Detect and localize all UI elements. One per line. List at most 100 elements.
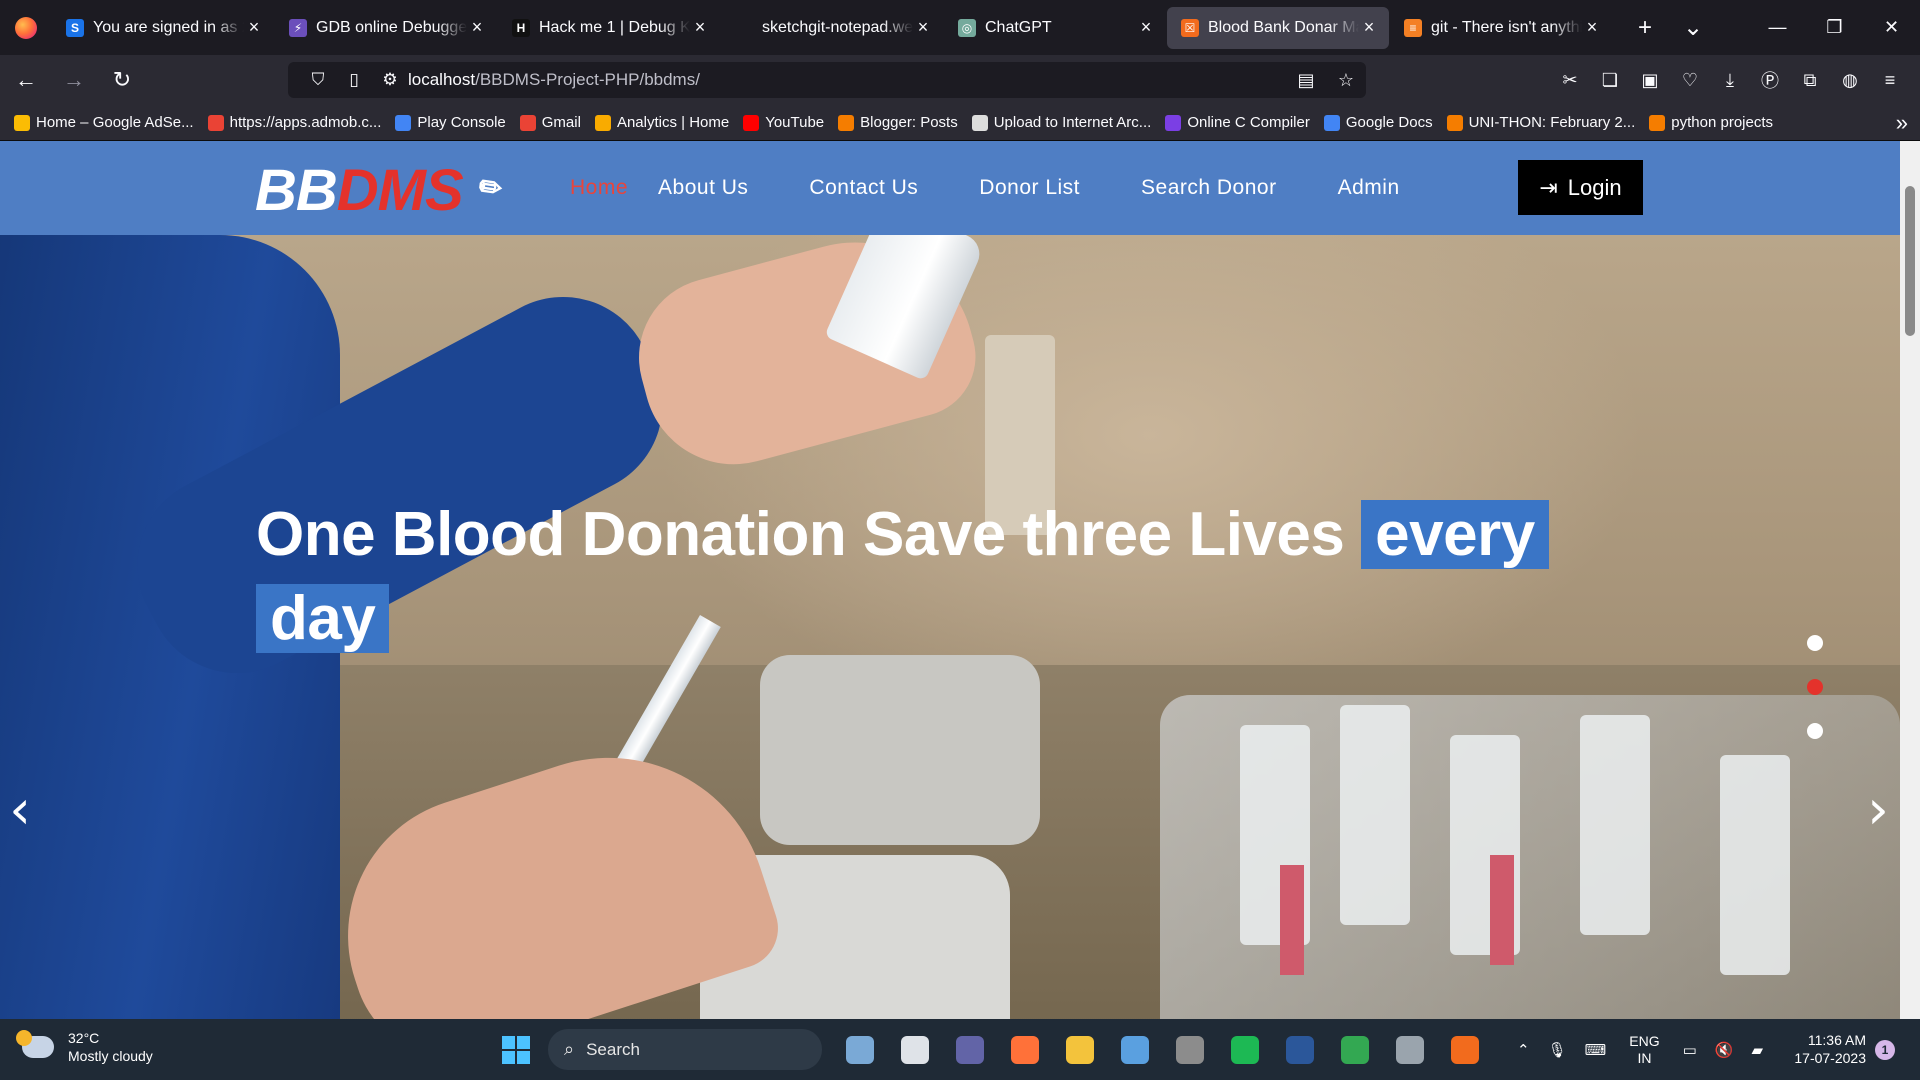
carousel-next-icon[interactable]: › — [1858, 780, 1898, 840]
permissions-icon[interactable]: ⚙ — [372, 70, 408, 90]
browser-tab[interactable]: ◎ ChatGPT × — [944, 7, 1166, 49]
back-icon[interactable]: ← — [4, 62, 48, 98]
battery-icon[interactable]: ▰ — [1752, 1041, 1764, 1059]
search-icon: ⌕ — [564, 1039, 575, 1059]
browser-tab[interactable]: ≡ git - There isn't anythin × — [1390, 7, 1612, 49]
bookmark-item[interactable]: Play Console — [395, 114, 506, 131]
bookmark-favicon-icon — [1165, 114, 1182, 131]
photos-icon[interactable] — [1107, 1027, 1162, 1072]
menu-item-contact-us[interactable]: Contact Us — [809, 176, 918, 200]
input-language[interactable]: ENG IN — [1629, 1033, 1659, 1067]
tracking-protection-shield-icon[interactable]: ⛉ — [300, 70, 336, 90]
word-icon[interactable] — [1272, 1027, 1327, 1072]
carousel-indicator-dot[interactable] — [1807, 679, 1823, 695]
paste-icon[interactable]: ▣ — [1630, 62, 1670, 98]
menu-item-admin[interactable]: Admin — [1338, 176, 1400, 200]
browser-tab[interactable]: sketchgit-notepad.web.ap× — [721, 7, 943, 49]
bookmark-label: python projects — [1671, 114, 1774, 131]
widgets-app-icon[interactable] — [832, 1027, 887, 1072]
browser-tab[interactable]: ☒ Blood Bank Donar Ma × — [1167, 6, 1389, 49]
notification-badge[interactable]: 1 — [1875, 1040, 1895, 1060]
camera-icon[interactable] — [1162, 1027, 1217, 1072]
show-hidden-icons-icon[interactable]: ⌃ — [1517, 1041, 1530, 1059]
carousel-prev-icon[interactable]: ‹ — [0, 780, 40, 840]
browser-tab[interactable]: ⚡ GDB online Debugger × — [275, 7, 497, 49]
menu-item-donor-list[interactable]: Donor List — [979, 176, 1080, 200]
close-window-icon[interactable]: ✕ — [1863, 0, 1920, 55]
close-tab-icon[interactable]: × — [690, 17, 710, 38]
site-logo[interactable]: BB DMS ✎ — [255, 157, 509, 224]
firefox-icon[interactable] — [997, 1027, 1052, 1072]
taskbar-search[interactable]: ⌕ Search — [548, 1029, 822, 1070]
close-tab-icon[interactable]: × — [1359, 17, 1379, 38]
bookmark-star-icon[interactable]: ☆ — [1326, 70, 1366, 91]
bookmark-label: UNI-THON: February 2... — [1468, 114, 1636, 131]
bookmark-item[interactable]: Online C Compiler — [1165, 114, 1310, 131]
profile-p-icon[interactable]: Ⓟ — [1750, 62, 1790, 98]
cut-icon[interactable]: ✂ — [1550, 62, 1590, 98]
bookmark-item[interactable]: https://apps.admob.c... — [207, 114, 381, 131]
page-info-icon[interactable]: ▯ — [336, 70, 372, 90]
url-bar[interactable]: ⛉ ▯ ⚙ localhost/BBDMS-Project-PHP/bbdms/… — [288, 62, 1366, 98]
taskbar-clock[interactable]: 11:36 AM 17-07-2023 — [1786, 1031, 1866, 1067]
settings-icon[interactable] — [1382, 1027, 1437, 1072]
pocket-icon[interactable]: ♡ — [1670, 62, 1710, 98]
minimize-icon[interactable]: — — [1749, 0, 1806, 55]
weather-description: Mostly cloudy — [68, 1048, 153, 1064]
bookmark-favicon-icon — [1649, 114, 1666, 131]
close-tab-icon[interactable]: × — [244, 17, 264, 38]
menu-item-home[interactable]: Home — [570, 176, 628, 200]
page-scrollbar[interactable] — [1900, 141, 1920, 1019]
bookmark-item[interactable]: YouTube — [743, 114, 824, 131]
list-all-tabs-icon[interactable]: ⌄ — [1669, 13, 1717, 42]
login-label: Login — [1567, 174, 1622, 200]
browser-tab[interactable]: H Hack me 1 | Debug Ki × — [498, 7, 720, 49]
bookmarks-overflow-icon[interactable]: » — [1896, 110, 1908, 136]
bookmark-item[interactable]: UNI-THON: February 2... — [1446, 114, 1636, 131]
network-icon[interactable]: ▭ — [1683, 1041, 1697, 1059]
login-button[interactable]: ⇥ Login — [1518, 160, 1643, 215]
close-tab-icon[interactable]: × — [1136, 17, 1156, 38]
microphone-icon[interactable]: 🎙 — [1548, 1041, 1567, 1059]
carousel-indicator-dot[interactable] — [1807, 635, 1823, 651]
reader-view-icon[interactable]: ▤ — [1286, 70, 1326, 91]
downloads-icon[interactable]: ⤓ — [1710, 62, 1750, 98]
edge-icon[interactable] — [1327, 1027, 1382, 1072]
copy-icon[interactable]: ❏ — [1590, 62, 1630, 98]
firefox-menu-icon[interactable] — [0, 0, 52, 55]
restore-icon[interactable]: ❐ — [1806, 0, 1863, 55]
hero-supplies-bin — [1160, 695, 1900, 1019]
bookmark-item[interactable]: Upload to Internet Arc... — [971, 114, 1151, 131]
close-tab-icon[interactable]: × — [913, 17, 933, 38]
volume-muted-icon[interactable]: 🔇 — [1715, 1041, 1734, 1059]
bookmark-item[interactable]: python projects — [1649, 114, 1773, 131]
bookmark-item[interactable]: Analytics | Home — [594, 114, 729, 131]
reload-icon[interactable]: ↻ — [100, 62, 144, 98]
start-menu-icon[interactable] — [502, 1036, 530, 1064]
close-tab-icon[interactable]: × — [467, 17, 487, 38]
new-tab-icon[interactable]: + — [1621, 14, 1669, 42]
teams-chat-icon[interactable] — [942, 1027, 997, 1072]
weather-widget[interactable]: 32°C Mostly cloudy — [16, 1029, 153, 1065]
task-view-icon[interactable] — [887, 1027, 942, 1072]
syringe-icon: ✎ — [468, 170, 509, 211]
menu-item-about-us[interactable]: About Us — [658, 176, 748, 200]
xampp-icon[interactable] — [1437, 1027, 1492, 1072]
scrollbar-thumb[interactable] — [1905, 186, 1915, 336]
menu-item-search-donor[interactable]: Search Donor — [1141, 176, 1277, 200]
bookmark-item[interactable]: Home – Google AdSe... — [14, 114, 194, 131]
app-menu-icon[interactable]: ≡ — [1870, 62, 1910, 98]
bookmark-item[interactable]: Blogger: Posts — [838, 114, 958, 131]
file-explorer-icon[interactable] — [1052, 1027, 1107, 1072]
browser-tab[interactable]: S You are signed in as 2(× — [52, 7, 274, 49]
mouse-extension-icon[interactable]: ◍ — [1830, 62, 1870, 98]
forward-icon[interactable]: → — [52, 62, 96, 98]
close-tab-icon[interactable]: × — [1582, 17, 1602, 38]
keyboard-icon[interactable]: ⌨ — [1585, 1041, 1607, 1059]
carousel-indicator-dot[interactable] — [1807, 723, 1823, 739]
bookmark-item[interactable]: Gmail — [519, 114, 581, 131]
sign-in-icon: ⇥ — [1539, 174, 1558, 200]
spotify-icon[interactable] — [1217, 1027, 1272, 1072]
bookmark-item[interactable]: Google Docs — [1323, 114, 1433, 131]
extensions-icon[interactable]: ⧉ — [1790, 62, 1830, 98]
